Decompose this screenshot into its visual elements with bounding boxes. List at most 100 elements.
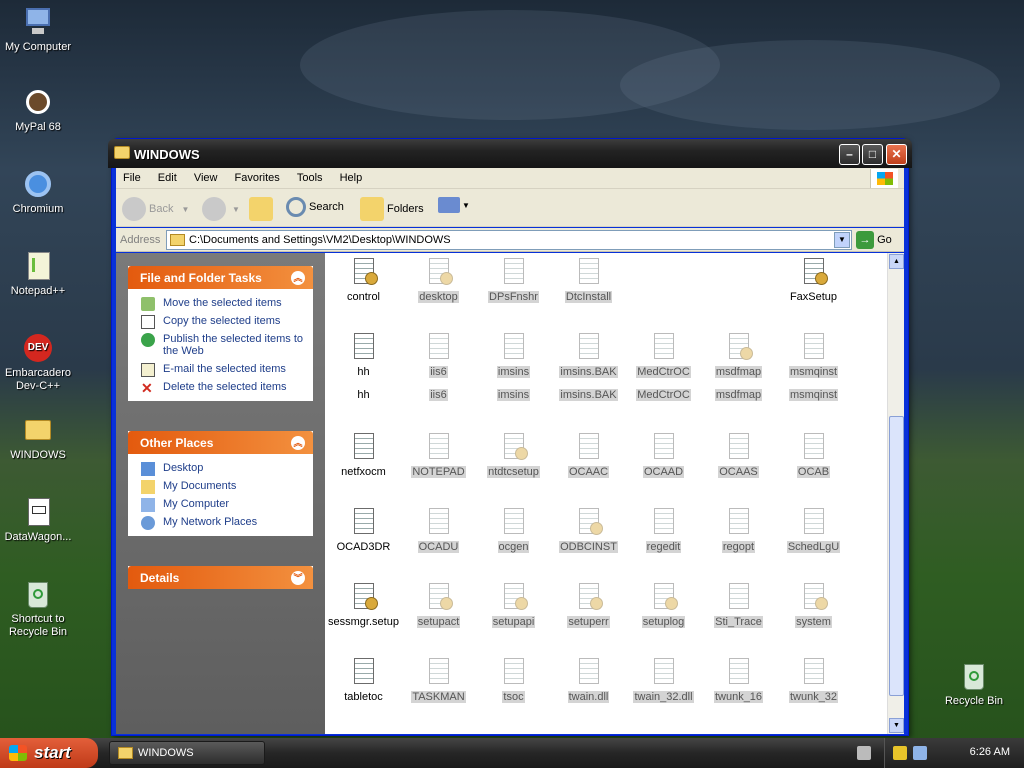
file-item[interactable]: twain_32.dll xyxy=(626,655,701,703)
collapse-icon[interactable]: ︽ xyxy=(291,271,305,285)
file-item[interactable]: iis6 xyxy=(401,330,476,378)
go-button[interactable]: → Go xyxy=(856,231,892,249)
menu-edit[interactable]: Edit xyxy=(151,168,184,188)
task-copy[interactable]: Copy the selected items xyxy=(128,313,313,331)
place-my-computer[interactable]: My Computer xyxy=(128,496,313,514)
panel-header[interactable]: Details ︾ xyxy=(128,566,313,589)
address-input[interactable]: C:\Documents and Settings\VM2\Desktop\WI… xyxy=(166,230,852,250)
file-item[interactable]: DtcInstall xyxy=(551,255,626,303)
desktop-icon-recycle-shortcut[interactable]: Shortcut to Recycle Bin xyxy=(0,578,76,639)
panel-header[interactable]: File and Folder Tasks ︽ xyxy=(128,266,313,289)
file-item[interactable]: setuperr xyxy=(551,580,626,628)
file-item[interactable]: MedCtrOC xyxy=(626,389,701,401)
file-name: setupapi xyxy=(491,616,536,628)
file-item[interactable]: setupact xyxy=(401,580,476,628)
scroll-down-icon[interactable]: ▼ xyxy=(889,718,904,733)
file-item[interactable]: MedCtrOC xyxy=(626,330,701,378)
menu-tools[interactable]: Tools xyxy=(290,168,330,188)
panel-header[interactable]: Other Places ︽ xyxy=(128,431,313,454)
file-item[interactable]: SchedLgU xyxy=(776,505,851,553)
file-item[interactable]: msmqinst xyxy=(776,389,851,401)
start-button[interactable]: start xyxy=(0,738,98,768)
place-my-documents[interactable]: My Documents xyxy=(128,478,313,496)
views-dropdown-icon[interactable]: ▼ xyxy=(462,201,470,210)
file-item[interactable]: OCAAS xyxy=(701,430,776,478)
search-button[interactable]: Search xyxy=(286,197,344,221)
forward-dropdown-icon[interactable]: ▼ xyxy=(232,205,240,214)
file-item[interactable]: DPsFnshr xyxy=(476,255,551,303)
file-item[interactable]: ntdtcsetup xyxy=(476,430,551,478)
file-item[interactable]: TASKMAN xyxy=(401,655,476,703)
desktop-icon-devcpp[interactable]: DEV Embarcadero Dev-C++ xyxy=(0,332,76,393)
desktop-icon-windows-folder[interactable]: WINDOWS xyxy=(0,414,76,462)
file-icon xyxy=(500,580,528,612)
file-item[interactable]: setupapi xyxy=(476,580,551,628)
file-item[interactable]: NOTEPAD xyxy=(401,430,476,478)
file-item[interactable]: msdfmap xyxy=(701,389,776,401)
file-item[interactable]: OCAD3DR xyxy=(326,505,401,553)
file-item[interactable]: iis6 xyxy=(401,389,476,401)
file-item[interactable]: OCADU xyxy=(401,505,476,553)
file-item[interactable]: setuplog xyxy=(626,580,701,628)
file-item[interactable]: tsoc xyxy=(476,655,551,703)
file-item[interactable]: OCAAD xyxy=(626,430,701,478)
up-folder-button[interactable] xyxy=(249,197,273,221)
network-icon[interactable] xyxy=(913,746,927,760)
keyboard-icon[interactable] xyxy=(857,746,871,760)
file-item[interactable]: hh xyxy=(326,330,401,378)
desktop-icon-my-computer[interactable]: My Computer xyxy=(0,6,76,54)
file-item[interactable]: OCAAC xyxy=(551,430,626,478)
security-shield-icon[interactable] xyxy=(893,746,907,760)
file-item[interactable]: netfxocm xyxy=(326,430,401,478)
desktop-icon-mypal[interactable]: MyPal 68 xyxy=(0,86,76,134)
desktop-icon-datawagon[interactable]: DataWagon... xyxy=(0,496,76,544)
task-move[interactable]: Move the selected items xyxy=(128,295,313,313)
views-button[interactable]: ▼ xyxy=(438,197,470,221)
desktop-icon-notepadpp[interactable]: Notepad++ xyxy=(0,250,76,298)
file-item[interactable]: control xyxy=(326,255,401,303)
file-item[interactable]: FaxSetup xyxy=(776,255,851,303)
folders-button[interactable]: Folders xyxy=(360,197,424,221)
task-publish[interactable]: Publish the selected items to the Web xyxy=(128,331,313,361)
file-item[interactable]: sessmgr.setup xyxy=(326,580,401,628)
file-item[interactable]: imsins.BAK xyxy=(551,330,626,378)
address-dropdown-icon[interactable]: ▼ xyxy=(834,232,850,248)
back-dropdown-icon[interactable]: ▼ xyxy=(181,205,189,214)
file-item[interactable]: twain.dll xyxy=(551,655,626,703)
file-item[interactable]: twunk_16 xyxy=(701,655,776,703)
file-item[interactable]: system xyxy=(776,580,851,628)
file-item[interactable]: tabletoc xyxy=(326,655,401,703)
task-delete[interactable]: ✕ Delete the selected items xyxy=(128,379,313,397)
file-item[interactable]: ocgen xyxy=(476,505,551,553)
file-item[interactable]: hh xyxy=(326,389,401,401)
desktop-icon-chromium[interactable]: Chromium xyxy=(0,168,76,216)
file-item[interactable]: imsins xyxy=(476,330,551,378)
menu-file[interactable]: File xyxy=(116,168,148,188)
file-item[interactable]: regopt xyxy=(701,505,776,553)
menu-help[interactable]: Help xyxy=(333,168,370,188)
file-item[interactable]: OCAB xyxy=(776,430,851,478)
file-item[interactable]: imsins.BAK xyxy=(551,389,626,401)
taskbar-window-button[interactable]: WINDOWS xyxy=(109,741,265,765)
file-item[interactable]: desktop xyxy=(401,255,476,303)
collapse-icon[interactable]: ︽ xyxy=(291,436,305,450)
place-network[interactable]: My Network Places xyxy=(128,514,313,532)
menu-view[interactable]: View xyxy=(187,168,225,188)
file-item[interactable]: msdfmap xyxy=(701,330,776,378)
task-email[interactable]: E-mail the selected items xyxy=(128,361,313,379)
place-desktop[interactable]: Desktop xyxy=(128,460,313,478)
file-item[interactable]: ODBCINST xyxy=(551,505,626,553)
expand-icon[interactable]: ︾ xyxy=(291,571,305,585)
desktop-icon-recycle-bin[interactable]: Recycle Bin xyxy=(936,660,1012,708)
vertical-scrollbar[interactable]: ▲ ▼ xyxy=(887,253,904,734)
back-button[interactable]: Back ▼ xyxy=(122,197,189,221)
file-item[interactable]: imsins xyxy=(476,389,551,401)
file-item[interactable]: Sti_Trace xyxy=(701,580,776,628)
file-item[interactable]: twunk_32 xyxy=(776,655,851,703)
file-item[interactable]: regedit xyxy=(626,505,701,553)
scroll-thumb[interactable] xyxy=(889,416,904,696)
forward-button[interactable]: ▼ xyxy=(202,197,240,221)
menu-favorites[interactable]: Favorites xyxy=(228,168,287,188)
scroll-up-icon[interactable]: ▲ xyxy=(889,254,904,269)
file-item[interactable]: msmqinst xyxy=(776,330,851,378)
